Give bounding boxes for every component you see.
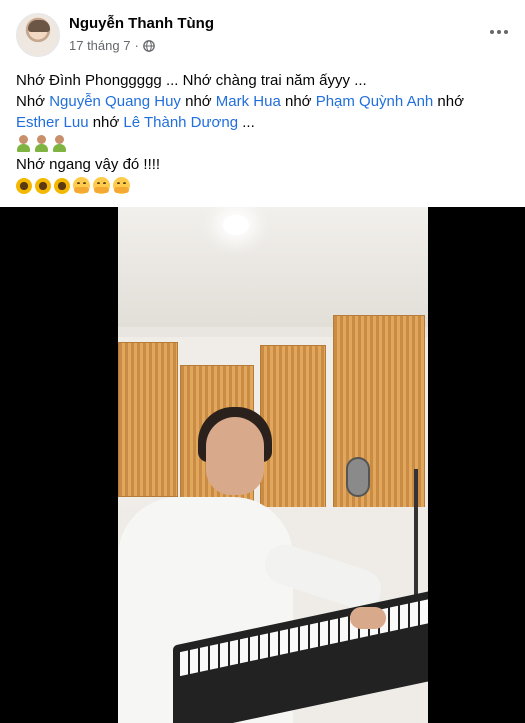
post-timestamp[interactable]: 17 tháng 7: [69, 38, 130, 53]
man-farmer-emoji: [16, 135, 31, 152]
tag-le-thanh-duong[interactable]: Lê Thành Dương: [123, 114, 238, 131]
more-options-icon[interactable]: [485, 22, 513, 42]
text-segment: Nhớ: [16, 93, 50, 110]
emoji-row-farmers: [16, 133, 511, 154]
meta-separator: ·: [134, 38, 139, 53]
author-avatar[interactable]: [16, 13, 60, 57]
post-video[interactable]: [0, 207, 525, 723]
emoji-row-sunflower-hug: [16, 175, 511, 196]
tag-esther-luu[interactable]: Esther Luu: [16, 114, 89, 131]
post-header: Nguyễn Thanh Tùng 17 tháng 7 ·: [0, 0, 525, 64]
post-line-3: Esther Luu nhớ Lê Thành Dương ...: [16, 112, 511, 133]
video-frame[interactable]: [118, 207, 428, 723]
singer-hand: [350, 607, 386, 629]
text-segment: nhớ: [280, 93, 316, 110]
man-farmer-emoji: [34, 135, 49, 152]
author-name[interactable]: Nguyễn Thanh Tùng: [69, 15, 214, 32]
acoustic-panel: [118, 342, 178, 497]
ceiling-light: [223, 215, 249, 235]
tag-mark-hua[interactable]: Mark Hua: [216, 93, 281, 110]
hugging-face-emoji: [93, 177, 110, 194]
hugging-face-emoji: [113, 177, 130, 194]
post-body: Nhớ Đình Phonggggg ... Nhớ chàng trai nă…: [16, 70, 511, 196]
post-line-5: Nhớ ngang vậy đó !!!!: [16, 156, 161, 173]
sunflower-emoji: [16, 177, 32, 194]
acoustic-panel: [260, 345, 326, 510]
globe-icon[interactable]: [142, 39, 155, 52]
sunflower-emoji: [54, 177, 70, 194]
text-segment: nhớ: [88, 114, 124, 131]
tag-nguyen-quang-huy[interactable]: Nguyễn Quang Huy: [49, 93, 181, 110]
text-segment: ...: [238, 114, 255, 131]
man-farmer-emoji: [52, 135, 67, 152]
sunflower-emoji: [35, 177, 51, 194]
singer-face: [206, 417, 264, 495]
studio-ceiling: [118, 207, 428, 327]
text-segment: nhớ: [433, 93, 464, 110]
post-meta: 17 tháng 7 ·: [69, 38, 155, 53]
post-line-2: Nhớ Nguyễn Quang Huy nhớ Mark Hua nhớ Ph…: [16, 91, 511, 112]
microphone: [346, 457, 370, 497]
post-line-1: Nhớ Đình Phonggggg ... Nhớ chàng trai nă…: [16, 72, 367, 89]
hugging-face-emoji: [73, 177, 90, 194]
tag-pham-quynh-anh[interactable]: Phạm Quỳnh Anh: [316, 93, 434, 110]
text-segment: nhớ: [180, 93, 216, 110]
